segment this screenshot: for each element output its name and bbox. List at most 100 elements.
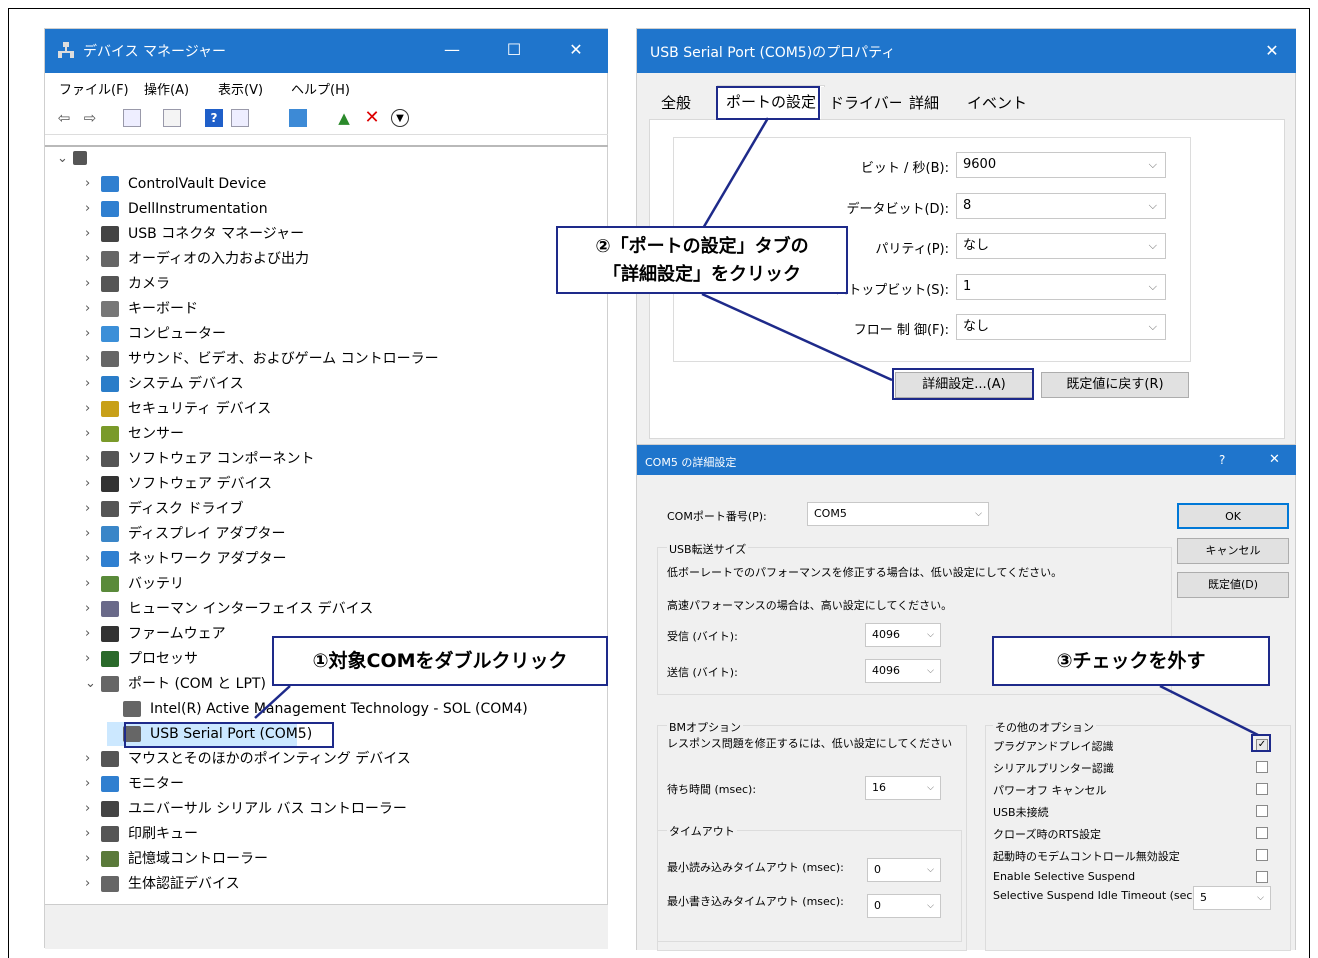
chevron-right-icon[interactable]: › (85, 497, 99, 521)
chevron-right-icon[interactable]: › (85, 822, 99, 846)
chevron-right-icon[interactable]: › (85, 197, 99, 221)
defaults-button[interactable]: 既定値(D) (1177, 572, 1289, 598)
view-icon[interactable] (231, 109, 249, 127)
chevron-right-icon[interactable]: › (85, 572, 99, 596)
receive-select[interactable]: 4096 ⌵ (865, 623, 941, 647)
option-checkbox[interactable] (1256, 761, 1268, 773)
chevron-right-icon[interactable]: › (85, 772, 99, 796)
keyboard-icon (101, 301, 119, 317)
list-icon[interactable] (163, 109, 181, 127)
min-read-value: 0 (874, 863, 881, 876)
chevron-right-icon[interactable]: › (85, 422, 99, 446)
advanced-close-button[interactable]: ✕ (1269, 452, 1280, 467)
chevron-down-icon: ⌵ (1148, 239, 1157, 252)
sensor-icon (101, 426, 119, 442)
chevron-down-icon: ⌵ (1257, 893, 1264, 903)
tree-item-label: ディスク ドライブ (128, 501, 244, 517)
tree-item-label: マウスとそのほかのポインティング デバイス (128, 751, 411, 767)
chevron-right-icon[interactable]: › (85, 472, 99, 496)
step3-text: ③チェックを外す (1056, 650, 1206, 672)
uninstall-icon[interactable]: ✕ (363, 109, 381, 127)
step1-text: ①対象COMをダブルクリック (312, 650, 568, 672)
port-field-select[interactable]: なし ⌵ (956, 314, 1166, 340)
option-checkbox[interactable] (1256, 871, 1268, 883)
storage-icon (101, 851, 119, 867)
chevron-right-icon[interactable]: › (85, 397, 99, 421)
option-checkbox[interactable] (1256, 827, 1268, 839)
min-read-select[interactable]: 0 ⌵ (867, 858, 941, 882)
properties-icon[interactable] (123, 109, 141, 127)
timeout-group-label: タイムアウト (667, 823, 737, 839)
maximize-button[interactable]: ☐ (499, 37, 529, 63)
com-port-select[interactable]: COM5 ⌵ (807, 502, 989, 526)
chevron-right-icon[interactable]: › (85, 372, 99, 396)
option-label: プラグアンドプレイ認識 (993, 740, 1114, 753)
chevron-right-icon[interactable]: › (85, 347, 99, 371)
option-label: USB未接続 (993, 806, 1049, 819)
port-icon (123, 701, 141, 717)
chevron-right-icon[interactable]: › (85, 522, 99, 546)
transmit-select[interactable]: 4096 ⌵ (865, 659, 941, 683)
menu-file[interactable]: ファイル(F) (59, 79, 129, 98)
chevron-right-icon[interactable]: › (85, 222, 99, 246)
chevron-right-icon[interactable]: › (85, 297, 99, 321)
minimize-button[interactable]: — (437, 37, 467, 63)
network-icon (101, 551, 119, 567)
scan-hardware-icon[interactable] (289, 109, 307, 127)
port-field-select[interactable]: なし ⌵ (956, 233, 1166, 259)
suspend-timeout-select[interactable]: 5 ⌵ (1193, 886, 1271, 910)
properties-close-button[interactable]: ✕ (1257, 38, 1287, 64)
port-field-select[interactable]: 8 ⌵ (956, 192, 1166, 219)
chevron-right-icon[interactable]: › (85, 872, 99, 896)
tab-events[interactable]: イベント (959, 87, 1036, 119)
tab-details[interactable]: 詳細 (901, 87, 948, 119)
computer-root-icon (73, 151, 87, 165)
option-checkbox[interactable] (1256, 783, 1268, 795)
restore-defaults-button[interactable]: 既定値に戻す(R) (1041, 372, 1189, 398)
chevron-right-icon[interactable]: › (85, 597, 99, 621)
update-driver-icon[interactable]: ▲ (335, 109, 353, 127)
step3-callout: ③チェックを外す (992, 636, 1270, 686)
chevron-right-icon[interactable]: › (85, 797, 99, 821)
latency-select[interactable]: 16 ⌵ (865, 776, 941, 800)
help-icon[interactable]: ? (205, 109, 223, 127)
chevron-right-icon[interactable]: › (85, 647, 99, 671)
status-bar (45, 904, 608, 949)
port-field-select[interactable]: 1 ⌵ (956, 273, 1166, 300)
security-icon (101, 401, 119, 417)
chevron-right-icon[interactable]: › (85, 847, 99, 871)
tree-item-label: オーディオの入力および出力 (128, 251, 310, 267)
min-write-select[interactable]: 0 ⌵ (867, 894, 941, 918)
option-checkbox[interactable] (1256, 849, 1268, 861)
chevron-right-icon[interactable]: › (85, 547, 99, 571)
chevron-right-icon[interactable]: › (85, 322, 99, 346)
tree-item-label: カメラ (128, 276, 170, 292)
disable-icon[interactable]: ▼ (391, 109, 409, 127)
tab-general[interactable]: 全般 (653, 87, 700, 119)
chevron-right-icon[interactable]: › (85, 172, 99, 196)
chevron-right-icon[interactable]: › (85, 247, 99, 271)
cancel-button[interactable]: キャンセル (1177, 538, 1289, 564)
min-write-value: 0 (874, 899, 881, 912)
chevron-down-icon[interactable]: ⌄ (57, 147, 71, 171)
chevron-right-icon[interactable]: › (85, 447, 99, 471)
ok-button[interactable]: OK (1177, 503, 1289, 529)
forward-icon[interactable]: ⇨ (81, 109, 99, 127)
option-checkbox[interactable] (1256, 805, 1268, 817)
menu-help[interactable]: ヘルプ(H) (291, 79, 350, 98)
menu-action[interactable]: 操作(A) (144, 79, 189, 98)
port-field-select[interactable]: 9600 ⌵ (956, 152, 1166, 178)
chevron-right-icon[interactable]: › (85, 272, 99, 296)
chevron-right-icon[interactable]: › (85, 747, 99, 771)
close-button[interactable]: ✕ (561, 37, 591, 63)
other-group-label: その他のオプション (993, 719, 1096, 735)
chevron-down-icon: ⌵ (975, 509, 982, 519)
chevron-right-icon[interactable]: › (85, 622, 99, 646)
speaker-icon (101, 351, 119, 367)
chevron-down-icon[interactable]: ⌄ (85, 672, 99, 696)
menu-view[interactable]: 表示(V) (218, 79, 263, 98)
back-icon[interactable]: ⇦ (55, 109, 73, 127)
tab-driver[interactable]: ドライバー (821, 87, 912, 119)
help-button[interactable]: ? (1219, 453, 1225, 467)
device-manager-title: デバイス マネージャー (83, 44, 227, 60)
